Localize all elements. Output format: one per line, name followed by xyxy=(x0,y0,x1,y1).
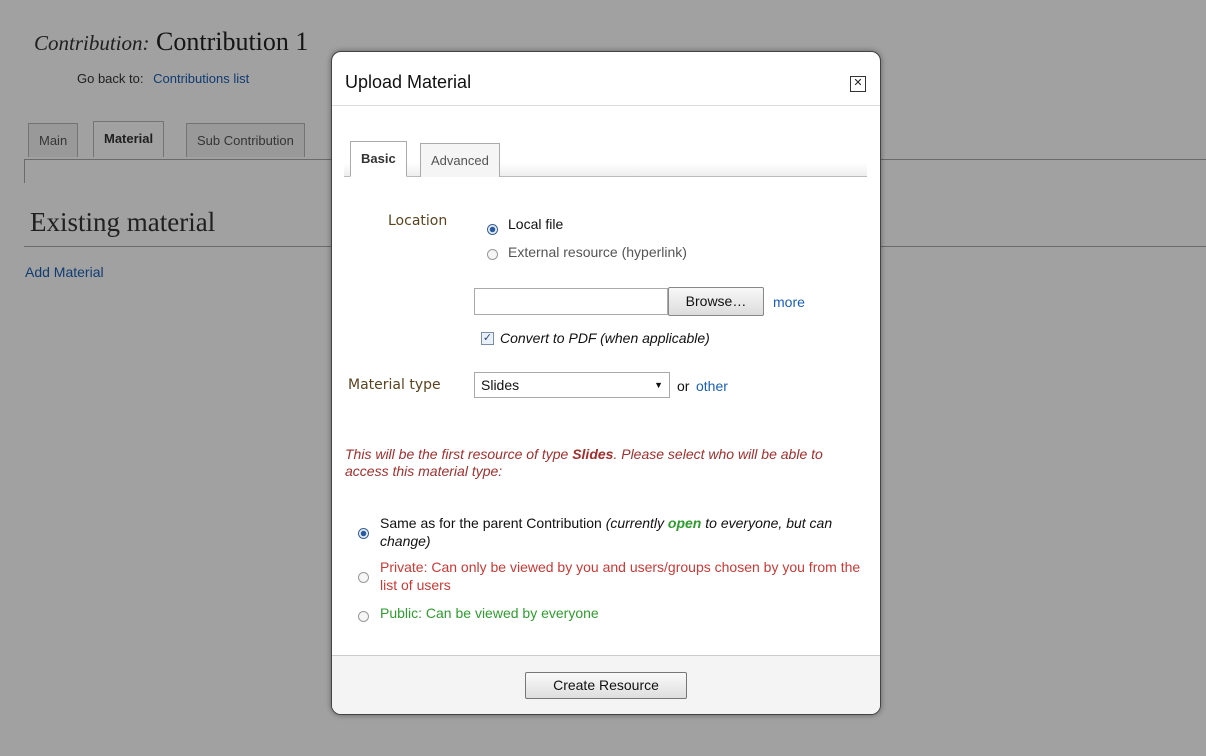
chevron-down-icon: ▼ xyxy=(654,380,663,390)
dialog-tabs: Basic Advanced xyxy=(344,132,867,177)
access-private-label: Private: Can only be viewed by you and u… xyxy=(380,559,861,593)
location-local-label: Local file xyxy=(508,216,564,232)
warning-type: Slides xyxy=(572,446,614,462)
convert-pdf-label: Convert to PDF (when applicable) xyxy=(500,330,710,346)
access-same-status: open xyxy=(667,515,702,531)
dialog-footer: Create Resource xyxy=(332,655,880,714)
file-path-input[interactable] xyxy=(474,288,668,315)
material-type-select[interactable]: Slides ▼ xyxy=(474,372,670,398)
access-same-main: Same as for the parent Contribution xyxy=(380,515,602,531)
material-type-value: Slides xyxy=(481,377,520,393)
access-same-label: Same as for the parent Contribution (cur… xyxy=(380,514,840,550)
material-type-label: Material type xyxy=(348,377,441,393)
browse-button[interactable]: Browse… xyxy=(668,287,764,316)
close-icon[interactable]: ✕ xyxy=(850,76,866,92)
upload-material-dialog: Upload Material ✕ Basic Advanced Locatio… xyxy=(331,51,881,715)
convert-pdf-checkbox[interactable]: ✓ xyxy=(481,332,494,345)
or-label: or xyxy=(677,378,690,394)
access-private-radio[interactable] xyxy=(358,572,369,583)
access-same-radio[interactable] xyxy=(358,528,369,539)
access-warning: This will be the first resource of type … xyxy=(345,446,865,480)
more-link[interactable]: more xyxy=(773,294,805,310)
location-external-radio[interactable] xyxy=(487,249,498,260)
create-resource-button[interactable]: Create Resource xyxy=(525,672,687,699)
other-link[interactable]: other xyxy=(696,378,728,394)
access-public-label: Public: Can be viewed by everyone xyxy=(380,605,599,621)
tab-advanced[interactable]: Advanced xyxy=(420,143,500,177)
dialog-header: Upload Material ✕ xyxy=(332,52,880,106)
access-public-radio[interactable] xyxy=(358,611,369,622)
location-local-radio[interactable] xyxy=(487,224,498,235)
access-same-note-prefix: (currently xyxy=(605,515,668,531)
dialog-title: Upload Material xyxy=(345,72,472,92)
tab-basic[interactable]: Basic xyxy=(350,141,407,177)
location-external-label: External resource (hyperlink) xyxy=(508,244,687,260)
warning-prefix: This will be the first resource of type xyxy=(345,446,573,462)
location-label: Location xyxy=(388,213,448,229)
